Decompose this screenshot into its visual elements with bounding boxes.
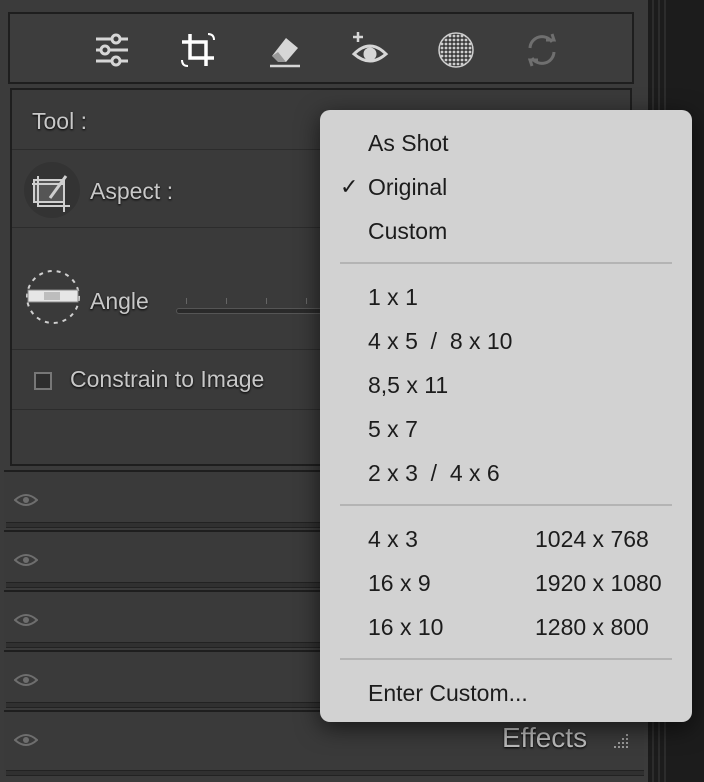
tool-label: Tool : bbox=[32, 108, 87, 134]
eye-icon[interactable] bbox=[14, 672, 38, 688]
menu-item-ratio[interactable]: 1 x 1 bbox=[368, 282, 418, 312]
menu-item-ratio[interactable]: 2 x 3 / 4 x 6 bbox=[368, 458, 500, 488]
menu-item-ratio[interactable]: 16 x 10 bbox=[368, 612, 443, 642]
angle-tick bbox=[306, 298, 307, 304]
menu-separator bbox=[340, 504, 672, 506]
menu-item-ratio[interactable]: 8,5 x 11 bbox=[368, 370, 448, 400]
red-eye-icon[interactable] bbox=[348, 28, 392, 72]
menu-item-ratio[interactable]: 16 x 9 bbox=[368, 568, 431, 598]
reset-icon[interactable] bbox=[520, 28, 564, 72]
menu-separator bbox=[340, 262, 672, 264]
angle-tick bbox=[226, 298, 227, 304]
constrain-label[interactable]: Constrain to Image bbox=[70, 366, 264, 393]
panel-header-bar bbox=[6, 770, 644, 776]
menu-item-custom[interactable]: Custom bbox=[368, 216, 447, 246]
menu-item-as-shot[interactable]: As Shot bbox=[368, 128, 449, 158]
menu-separator bbox=[340, 658, 672, 660]
sliders-icon[interactable] bbox=[90, 28, 134, 72]
eraser-icon[interactable] bbox=[262, 28, 306, 72]
angle-level-icon[interactable] bbox=[22, 266, 84, 328]
menu-item-enter-custom[interactable]: Enter Custom... bbox=[368, 678, 528, 708]
menu-item-ratio[interactable]: 4 x 5 / 8 x 10 bbox=[368, 326, 512, 356]
menu-item-ratio[interactable]: 5 x 7 bbox=[368, 414, 418, 444]
menu-item-resolution[interactable]: 1280 x 800 bbox=[535, 612, 649, 642]
eye-icon[interactable] bbox=[14, 732, 38, 748]
constrain-checkbox[interactable] bbox=[34, 372, 52, 390]
menu-item-resolution[interactable]: 1920 x 1080 bbox=[535, 568, 662, 598]
menu-item-resolution[interactable]: 1024 x 768 bbox=[535, 524, 649, 554]
eye-icon[interactable] bbox=[14, 612, 38, 628]
angle-tick bbox=[266, 298, 267, 304]
tool-strip bbox=[8, 12, 634, 84]
angle-tick bbox=[186, 298, 187, 304]
menu-item-ratio[interactable]: 4 x 3 bbox=[368, 524, 418, 554]
checkmark-icon: ✓ bbox=[340, 174, 359, 199]
eye-icon[interactable] bbox=[14, 552, 38, 568]
angle-label: Angle bbox=[90, 288, 149, 314]
menu-item-original[interactable]: Original bbox=[368, 172, 447, 202]
aspect-lock-icon[interactable] bbox=[24, 162, 80, 218]
crop-icon[interactable] bbox=[176, 28, 220, 72]
aspect-label: Aspect : bbox=[90, 178, 174, 204]
mask-icon[interactable] bbox=[434, 28, 478, 72]
aspect-dropdown-menu: ✓ As Shot Original Custom 1 x 1 4 x 5 / … bbox=[320, 110, 692, 722]
panel-collapse-icon[interactable] bbox=[608, 732, 630, 752]
angle-slider[interactable] bbox=[176, 308, 336, 314]
effects-label: Effects bbox=[502, 722, 588, 753]
eye-icon[interactable] bbox=[14, 492, 38, 508]
